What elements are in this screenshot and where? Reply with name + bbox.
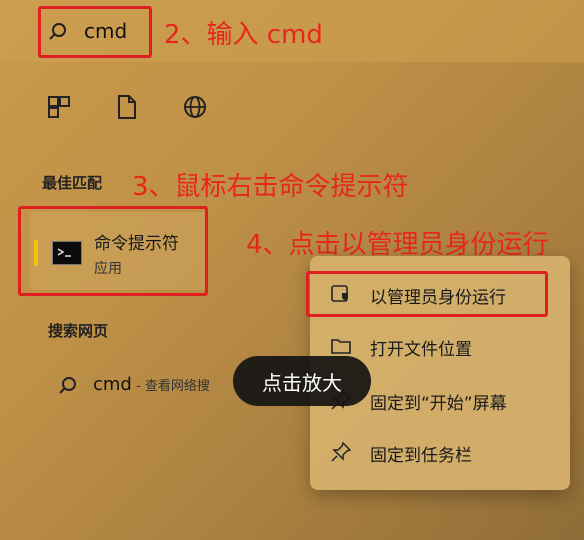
best-match-highlight-box [18, 206, 208, 296]
menu-item-pin-to-taskbar[interactable]: 固定到任务栏 [330, 434, 550, 470]
search-highlight-box [38, 6, 152, 58]
annotation-step3: 3、鼠标右击命令提示符 [132, 172, 409, 202]
menu-item-open-location[interactable]: 打开文件位置 [330, 328, 550, 364]
zoom-hint-button[interactable]: 点击放大 [233, 356, 371, 406]
annotation-step2: 2、输入 cmd [164, 20, 323, 50]
folder-icon [331, 339, 351, 354]
web-search-item[interactable]: cmd - 查看网络搜 [93, 374, 210, 395]
globe-icon[interactable] [182, 94, 208, 120]
document-icon[interactable] [114, 94, 140, 120]
apps-icon[interactable] [46, 94, 72, 120]
run-as-admin-highlight-box [306, 271, 548, 317]
menu-item-label: 固定到“开始”屏幕 [370, 394, 507, 414]
pin-icon [331, 441, 352, 462]
menu-item-label: 打开文件位置 [370, 340, 472, 360]
web-search-header: 搜索网页 [48, 322, 109, 340]
web-search-suffix: - 查看网络搜 [131, 379, 210, 394]
web-search-query: cmd [93, 374, 132, 395]
menu-item-label: 固定到任务栏 [370, 446, 472, 466]
search-icon [59, 377, 76, 394]
best-match-header: 最佳匹配 [42, 174, 103, 192]
